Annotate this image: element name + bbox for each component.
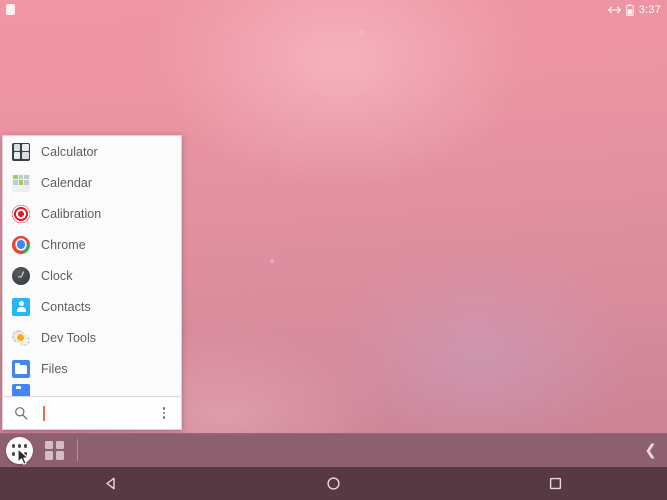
app-list-item-calibration[interactable]: Calibration [3,198,181,229]
calibration-icon [12,204,30,223]
status-bar: 3:37 [0,0,667,19]
battery-icon [625,3,634,16]
files-icon [12,359,30,378]
navigation-bar [0,467,667,500]
app-list-item-label: Calendar [41,175,93,190]
app-list-item-dev-tools[interactable]: Dev Tools [3,322,181,353]
search-input[interactable] [37,397,148,429]
app-drawer-search-bar[interactable] [2,396,182,430]
partially-visible-app-icon [12,384,30,396]
app-list-item-label: Contacts [41,299,91,314]
app-list-item-label: Chrome [41,237,86,252]
chevron-left-icon[interactable]: ❮ [644,442,657,458]
app-list-item-chrome[interactable]: Chrome [3,229,181,260]
app-list-item-label: Calculator [41,144,98,159]
taskbar-divider [77,439,78,461]
text-caret [43,405,45,421]
taskbar: ❮ [0,433,667,467]
calculator-icon [12,142,30,161]
recents-square-icon[interactable] [533,467,579,500]
dev-tools-icon [12,329,30,347]
app-grid-icon[interactable] [45,440,64,460]
app-list-item-calculator[interactable]: Calculator [3,136,181,167]
app-list-item-files[interactable]: Files [3,353,181,384]
app-list-item-clock[interactable]: Clock [3,260,181,291]
app-list-item-label: Dev Tools [41,330,97,345]
app-list-item-label: Clock [41,268,73,283]
status-bar-right: 3:37 [607,3,661,16]
home-circle-icon[interactable] [310,467,356,500]
wallpaper-sparkle [360,30,365,35]
overflow-menu-icon[interactable] [157,403,171,423]
horizontal-arrows-icon [607,6,621,13]
clock-icon [12,266,30,285]
search-icon [15,407,28,420]
notification-square-icon [6,4,15,15]
app-list-item-label: Files [41,361,68,376]
app-drawer-panel: Calculator Calendar Calibration Chrome C… [2,135,182,430]
wallpaper-glow [150,0,530,190]
app-list-item-calendar[interactable]: Calendar [3,167,181,198]
status-bar-left [6,4,15,15]
app-list[interactable]: Calculator Calendar Calibration Chrome C… [2,135,182,396]
wallpaper-glow [330,250,630,460]
app-list-item-label: Calibration [41,206,102,221]
contacts-icon [12,297,30,316]
app-list-item-contacts[interactable]: Contacts [3,291,181,322]
all-apps-dots-icon[interactable] [6,436,33,464]
back-triangle-icon[interactable] [88,467,134,500]
app-list-item-clipped[interactable] [3,384,181,396]
status-bar-clock: 3:37 [638,3,661,16]
wallpaper-sparkle [270,259,274,263]
chrome-icon [12,235,30,254]
android-home-screen: 3:37 Calculator Calendar Calibration Chr… [0,0,667,500]
calendar-icon [12,173,30,192]
